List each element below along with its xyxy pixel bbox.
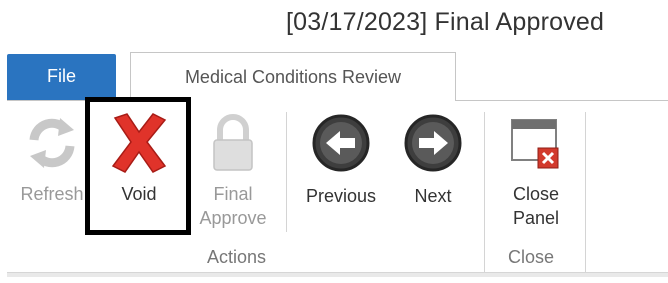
previous-label: Previous [305, 186, 377, 206]
close-panel-label-line1: Close [512, 184, 560, 204]
next-label: Next [414, 186, 452, 206]
arrow-left-icon [310, 112, 372, 174]
group-label-actions: Actions [207, 247, 267, 267]
ribbon-separator [484, 112, 485, 272]
next-button[interactable]: Next [396, 112, 470, 208]
refresh-icon [24, 112, 80, 172]
arrow-right-icon [402, 112, 464, 174]
close-panel-button[interactable]: Close Panel [496, 114, 576, 230]
padlock-icon [208, 112, 258, 174]
window-title: [03/17/2023] Final Approved [286, 8, 605, 36]
close-panel-label-line2: Panel [512, 208, 560, 228]
final-approve-label-line2: Approve [199, 208, 267, 228]
void-highlight-box [85, 97, 191, 235]
previous-button[interactable]: Previous [294, 112, 388, 208]
app-window: [03/17/2023] Final Approved File Medical… [0, 0, 668, 283]
refresh-button[interactable]: Refresh [12, 112, 92, 206]
ribbon-bottom-edge [7, 272, 668, 277]
file-tab[interactable]: File [7, 54, 116, 100]
close-panel-icon [508, 114, 564, 172]
refresh-label: Refresh [20, 184, 84, 204]
final-approve-button[interactable]: Final Approve [196, 112, 270, 230]
ribbon-separator [585, 112, 586, 272]
final-approve-label-line1: Final [213, 184, 253, 204]
group-label-close: Close [508, 247, 555, 267]
tab-medical-conditions-review[interactable]: Medical Conditions Review [130, 52, 456, 101]
ribbon-separator [286, 112, 287, 232]
